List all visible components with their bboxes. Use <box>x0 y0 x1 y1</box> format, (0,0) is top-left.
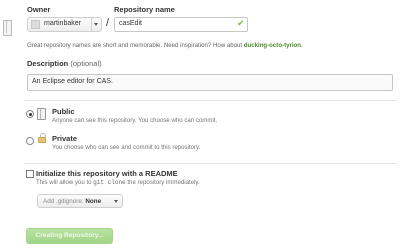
hint-text: Great repository names are short and mem… <box>27 42 243 49</box>
name-hint: Great repository names are short and mem… <box>27 42 303 49</box>
public-description: Anyone can see this repository. You choo… <box>52 117 218 124</box>
avatar <box>31 20 40 29</box>
owner-repo-separator: / <box>106 17 110 29</box>
readme-desc-before: This will allow you to <box>36 179 92 186</box>
optional-note: (optional) <box>70 59 102 68</box>
repo-icon <box>3 20 12 36</box>
owner-name: martinbaker <box>44 20 81 27</box>
private-description: You choose who can see and commit to thi… <box>52 144 201 151</box>
owner-divider <box>91 18 92 31</box>
public-radio[interactable] <box>26 110 34 118</box>
private-radio[interactable] <box>26 137 34 145</box>
repository-name-label: Repository name <box>114 5 175 14</box>
divider <box>24 100 396 101</box>
create-repository-button[interactable]: Creating Repository... <box>26 228 113 244</box>
book-icon <box>37 108 46 120</box>
readme-description: This will allow you to git clone the rep… <box>36 179 200 186</box>
name-suggestion-link[interactable]: ducking-octo-tyrion <box>244 42 301 49</box>
owner-label: Owner <box>27 5 51 14</box>
divider <box>24 163 396 164</box>
gitignore-value: None <box>85 198 102 205</box>
private-title: Private <box>52 134 78 143</box>
readme-desc-after: the repository immediately. <box>127 179 200 186</box>
check-icon: ✔ <box>237 18 245 28</box>
gitignore-select[interactable]: Add .gitignore: None <box>37 194 123 208</box>
readme-title: Initialize this repository with a README <box>36 169 178 178</box>
lock-icon <box>38 133 46 143</box>
readme-checkbox[interactable] <box>26 170 34 178</box>
description-label: Description (optional) <box>27 59 102 68</box>
chevron-down-icon[interactable] <box>94 23 98 26</box>
description-label-text: Description <box>27 59 69 68</box>
hint-end: . <box>301 42 303 49</box>
owner-select[interactable]: martinbaker <box>27 17 102 32</box>
gitignore-prefix: Add .gitignore: <box>43 198 84 205</box>
description-input[interactable]: An Eclipse editor for CAS. <box>27 74 393 91</box>
new-repository-form: Owner Repository name martinbaker / casE… <box>0 0 400 249</box>
chevron-down-icon <box>114 200 118 203</box>
git-clone-command: git clone <box>93 179 126 186</box>
public-title: Public <box>52 107 75 116</box>
repository-name-input[interactable]: casEdit <box>114 17 248 32</box>
